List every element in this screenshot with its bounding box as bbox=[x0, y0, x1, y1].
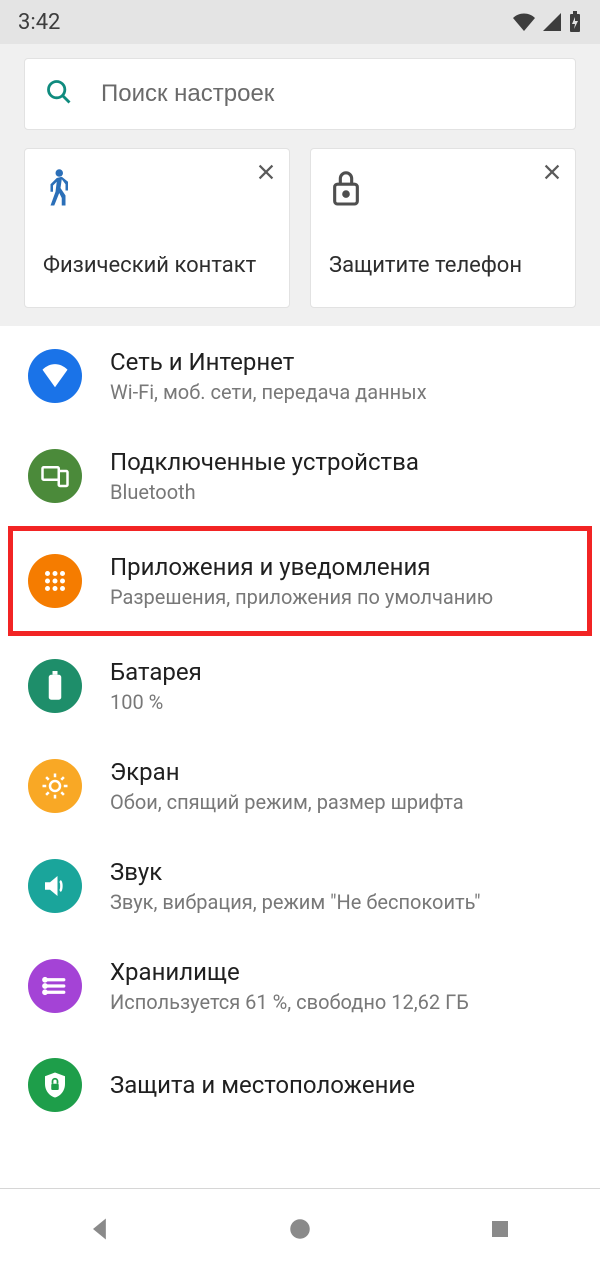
setting-item-apps[interactable]: Приложения и уведомления Разрешения, прил… bbox=[8, 526, 592, 636]
setting-texts: Подключенные устройства Bluetooth bbox=[110, 448, 419, 504]
setting-texts: Экран Обои, спящий режим, размер шрифта bbox=[110, 758, 464, 814]
display-icon bbox=[28, 759, 82, 813]
sound-icon bbox=[28, 859, 82, 913]
setting-texts: Приложения и уведомления Разрешения, прил… bbox=[110, 553, 493, 609]
apps-icon bbox=[28, 554, 82, 608]
setting-texts: Звук Звук, вибрация, режим "Не беспокоить… bbox=[110, 858, 481, 914]
setting-subtitle: Обои, спящий режим, размер шрифта bbox=[110, 790, 464, 814]
setting-item-network[interactable]: Сеть и Интернет Wi-Fi, моб. сети, передач… bbox=[0, 326, 600, 426]
setting-subtitle: Разрешения, приложения по умолчанию bbox=[110, 585, 493, 609]
setting-subtitle: Используется 61 %, свободно 12,62 ГБ bbox=[110, 990, 469, 1014]
search-icon bbox=[45, 78, 73, 110]
setting-title: Экран bbox=[110, 758, 464, 786]
setting-texts: Сеть и Интернет Wi-Fi, моб. сети, передач… bbox=[110, 348, 427, 404]
setting-title: Звук bbox=[110, 858, 481, 886]
close-icon[interactable] bbox=[541, 161, 563, 187]
nav-home-button[interactable] bbox=[260, 1199, 340, 1259]
status-time: 3:42 bbox=[18, 10, 60, 35]
setting-item-storage[interactable]: Хранилище Используется 61 %, свободно 12,… bbox=[0, 936, 600, 1036]
setting-title: Защита и местоположение bbox=[110, 1071, 415, 1099]
nav-recent-button[interactable] bbox=[460, 1199, 540, 1259]
settings-list[interactable]: Сеть и Интернет Wi-Fi, моб. сети, передач… bbox=[0, 326, 600, 1188]
setting-texts: Батарея 100 % bbox=[110, 658, 202, 714]
storage-icon bbox=[28, 959, 82, 1013]
devices-icon bbox=[28, 449, 82, 503]
security-icon bbox=[28, 1058, 82, 1112]
setting-subtitle: 100 % bbox=[110, 690, 202, 714]
setting-texts: Хранилище Используется 61 %, свободно 12,… bbox=[110, 958, 469, 1014]
setting-title: Приложения и уведомления bbox=[110, 553, 493, 581]
card-title: Защитите телефон bbox=[329, 252, 557, 281]
battery-icon bbox=[28, 659, 82, 713]
close-icon[interactable] bbox=[255, 161, 277, 187]
lock-icon bbox=[329, 167, 557, 211]
setting-item-security[interactable]: Защита и местоположение bbox=[0, 1036, 600, 1134]
status-bar: 3:42 bbox=[0, 0, 600, 44]
setting-title: Батарея bbox=[110, 658, 202, 686]
suggestion-cards: Физический контакт Защитите телефон bbox=[0, 142, 600, 326]
setting-subtitle: Звук, вибрация, режим "Не беспокоить" bbox=[110, 890, 481, 914]
network-icon bbox=[28, 349, 82, 403]
walk-icon bbox=[43, 167, 271, 213]
status-icons bbox=[512, 11, 582, 33]
setting-item-sound[interactable]: Звук Звук, вибрация, режим "Не беспокоить… bbox=[0, 836, 600, 936]
setting-subtitle: Wi-Fi, моб. сети, передача данных bbox=[110, 380, 427, 404]
card-title: Физический контакт bbox=[43, 252, 271, 281]
setting-subtitle: Bluetooth bbox=[110, 480, 419, 504]
search-input[interactable] bbox=[101, 80, 555, 108]
navigation-bar bbox=[0, 1188, 600, 1268]
card-physical-contact[interactable]: Физический контакт bbox=[24, 148, 290, 308]
battery-icon bbox=[568, 11, 582, 33]
setting-title: Подключенные устройства bbox=[110, 448, 419, 476]
settings-screen: 3:42 bbox=[0, 0, 600, 1268]
setting-title: Хранилище bbox=[110, 958, 469, 986]
search-container bbox=[0, 44, 600, 142]
setting-item-battery[interactable]: Батарея 100 % bbox=[0, 636, 600, 736]
card-protect-phone[interactable]: Защитите телефон bbox=[310, 148, 576, 308]
setting-texts: Защита и местоположение bbox=[110, 1071, 415, 1099]
search-box[interactable] bbox=[24, 58, 576, 130]
setting-item-devices[interactable]: Подключенные устройства Bluetooth bbox=[0, 426, 600, 526]
wifi-icon bbox=[512, 12, 536, 32]
cell-signal-icon bbox=[542, 12, 562, 32]
nav-back-button[interactable] bbox=[60, 1199, 140, 1259]
setting-title: Сеть и Интернет bbox=[110, 348, 427, 376]
setting-item-display[interactable]: Экран Обои, спящий режим, размер шрифта bbox=[0, 736, 600, 836]
